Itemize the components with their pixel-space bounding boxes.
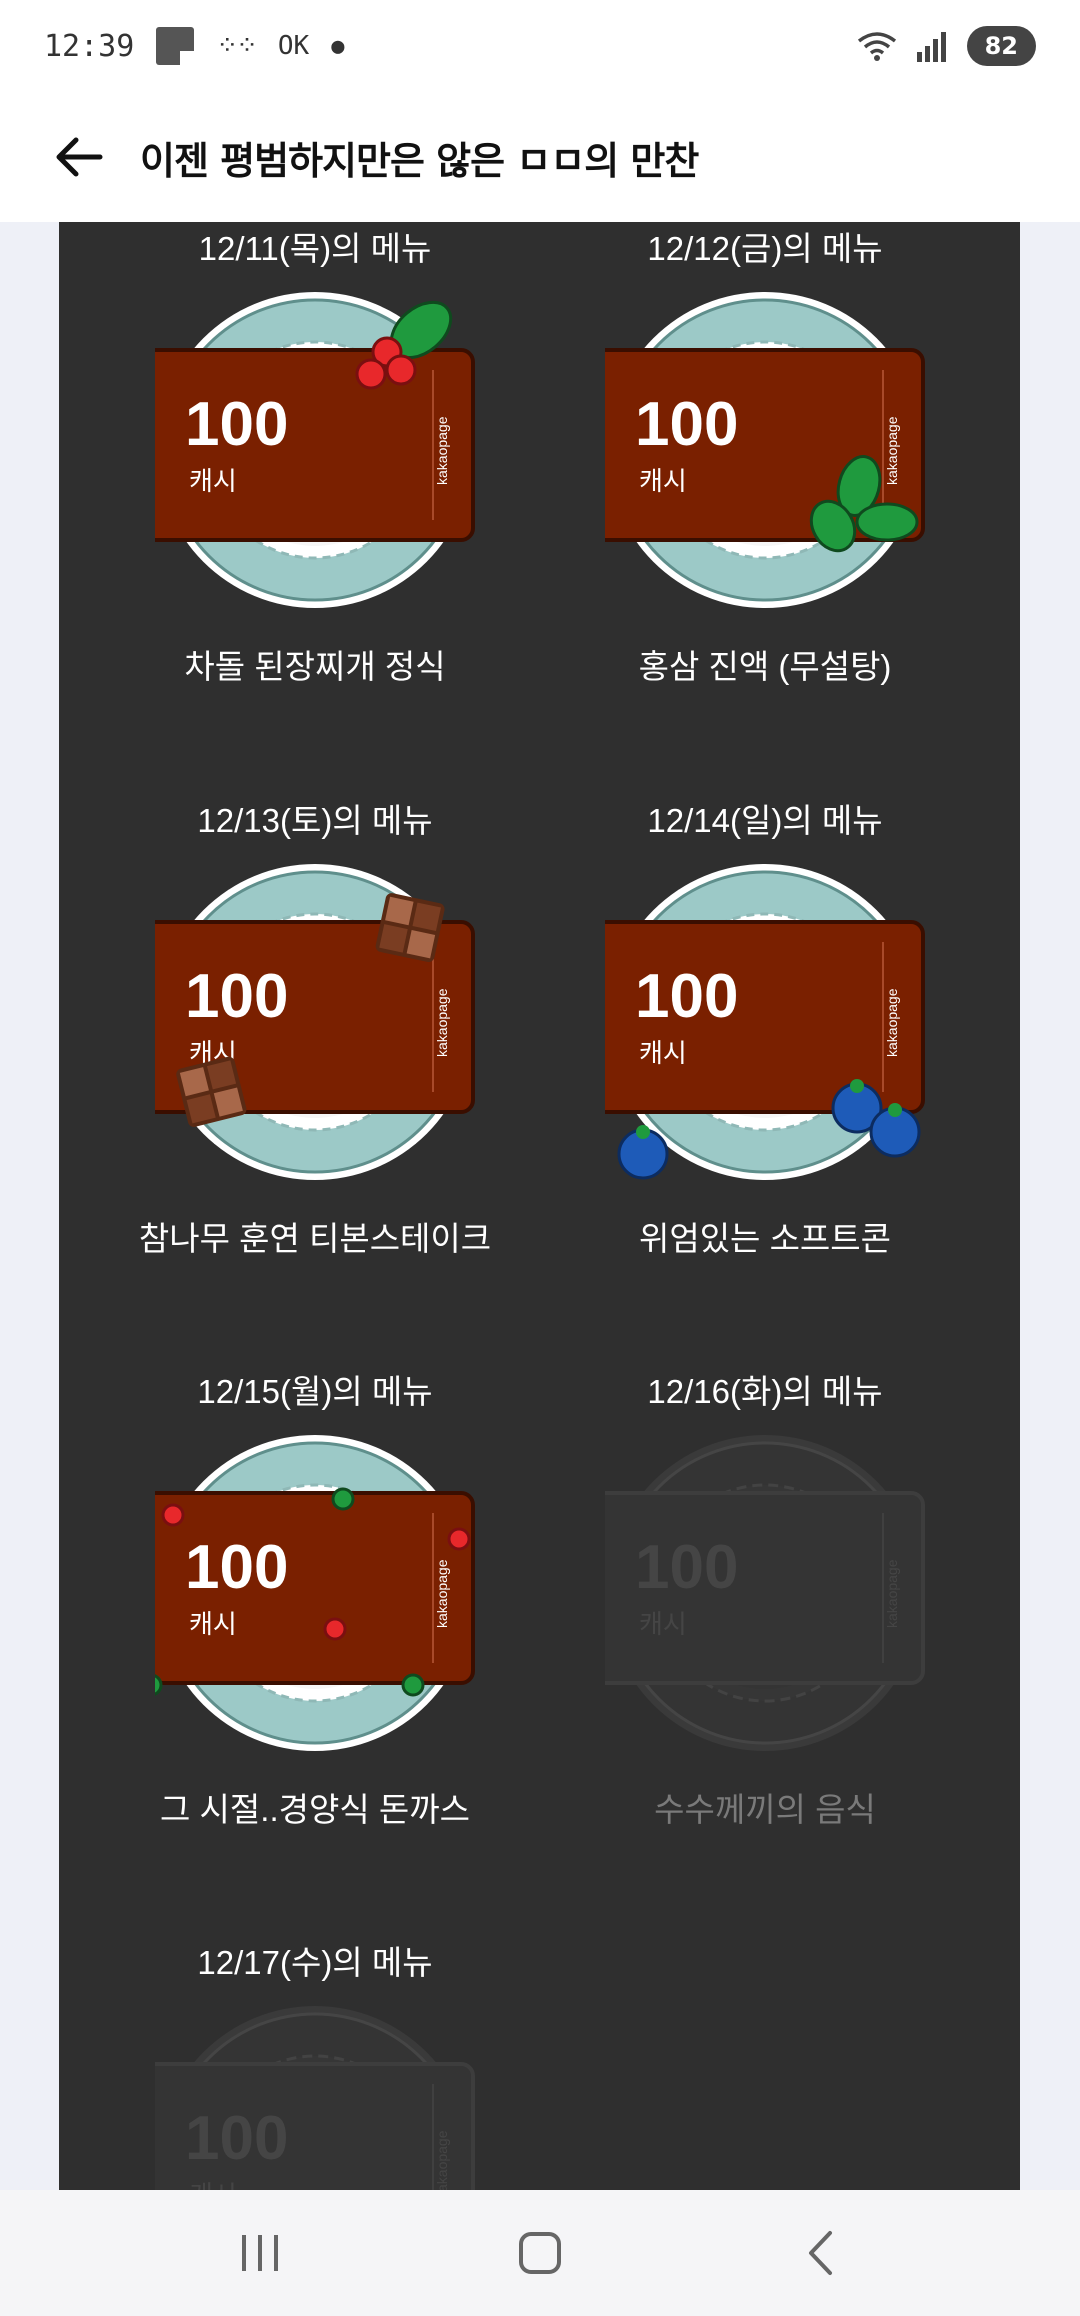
ticket-amount: 100 <box>635 962 738 1031</box>
ticket-amount: 100 <box>185 962 288 1031</box>
recents-button[interactable] <box>220 2213 300 2293</box>
ticket-amount: 100 <box>635 390 738 459</box>
notification-app-icon <box>156 27 195 65</box>
grid-dots-icon: ⁘⁘ <box>216 31 258 61</box>
home-button[interactable] <box>500 2213 580 2293</box>
dish-name: 수수께끼의 음식 <box>654 1791 876 1828</box>
dish-name: 그 시절..경양식 돈까스 <box>160 1791 470 1828</box>
ticket-brand: kakaopage <box>434 416 450 485</box>
menu-date-label: 12/16(화)의 메뉴 <box>647 1373 883 1410</box>
menu-date-label: 12/14(일)의 메뉴 <box>647 802 883 839</box>
dish-name: 홍삼 진액 (무설탕) <box>638 648 892 685</box>
dish-name: 참나무 훈연 티본스테이크 <box>138 1220 492 1257</box>
menu-date-label: 12/15(월)의 메뉴 <box>197 1373 433 1410</box>
menu-date-label: 12/13(토)의 메뉴 <box>197 802 433 839</box>
ticket-brand: kakaopage <box>434 1559 450 1628</box>
battery-indicator: 82 <box>966 26 1036 66</box>
status-left: 12:39 ⁘⁘ OK ● <box>44 27 344 65</box>
menu-date-label: 12/12(금)의 메뉴 <box>647 230 883 267</box>
status-right: 82 <box>857 26 1036 66</box>
dot-decoration <box>161 1503 185 1527</box>
back-button[interactable] <box>780 2213 860 2293</box>
ticket-unit: 캐시 <box>189 466 237 496</box>
cash-ticket-plate[interactable]: 100 캐시 kakaopage <box>605 862 925 1182</box>
berry-decoration <box>355 358 387 390</box>
cash-ticket-plate-locked[interactable]: 100 캐시 kakaopage <box>155 2004 475 2190</box>
dot-decoration <box>401 1673 425 1697</box>
ticket-brand: kakaopage <box>434 988 450 1057</box>
ticket-unit: 캐시 <box>639 1609 687 1639</box>
leaf-decoration <box>855 502 919 542</box>
dot-decoration <box>323 1617 347 1641</box>
cash-ticket-plate[interactable]: 100 캐시 kakaopage <box>155 862 475 1182</box>
status-dot-icon: ● <box>331 33 345 59</box>
cash-ticket-plate[interactable]: 100 캐시 kakaopage <box>155 1433 475 1753</box>
chevron-left-icon <box>809 2231 832 2275</box>
ticket-unit: 캐시 <box>189 2180 237 2190</box>
ticket-brand: kakaopage <box>434 2130 450 2190</box>
chocolate-decoration <box>375 893 445 963</box>
menu-date-label: 12/11(목)의 메뉴 <box>198 230 432 267</box>
ok-cashbag-icon: OK <box>277 31 310 61</box>
cash-ticket-plate-locked[interactable]: 100 캐시 kakaopage <box>605 1433 925 1753</box>
back-arrow-icon[interactable] <box>52 131 104 183</box>
menu-grid-panel[interactable]: 12/11(목)의 메뉴 100 캐시 kakaopage 차돌 된장찌개 정식… <box>59 222 1020 2190</box>
signal-icon <box>916 32 946 62</box>
ticket-unit: 캐시 <box>639 1038 687 1068</box>
ticket-amount: 100 <box>185 2104 288 2173</box>
recents-icon <box>242 2235 278 2271</box>
ticket-unit: 캐시 <box>189 1609 237 1639</box>
home-icon <box>519 2232 561 2274</box>
berry-decoration <box>385 354 417 386</box>
cash-ticket-plate[interactable]: 100 캐시 kakaopage <box>155 290 475 610</box>
dot-decoration <box>331 1487 355 1511</box>
cash-ticket-plate[interactable]: 100 캐시 kakaopage <box>605 290 925 610</box>
menu-date-label: 12/17(수)의 메뉴 <box>197 1944 433 1981</box>
status-time: 12:39 <box>44 28 135 64</box>
ticket-brand: kakaopage <box>884 416 900 485</box>
ticket-amount: 100 <box>185 1533 288 1602</box>
ticket-brand: kakaopage <box>884 988 900 1057</box>
page-title: 이젠 평범하지만은 않은 ㅁㅁ의 만찬 <box>140 138 699 183</box>
ticket-amount: 100 <box>635 1533 738 1602</box>
wifi-icon <box>857 32 896 61</box>
ticket-amount: 100 <box>185 390 288 459</box>
ticket-brand: kakaopage <box>884 1559 900 1628</box>
ticket-unit: 캐시 <box>639 466 687 496</box>
app-header: 이젠 평범하지만은 않은 ㅁㅁ의 만찬 <box>0 92 1080 222</box>
dish-name: 차돌 된장찌개 정식 <box>184 648 446 685</box>
system-nav-bar <box>0 2190 1080 2316</box>
status-bar: 12:39 ⁘⁘ OK ● 82 <box>0 0 1080 92</box>
dot-decoration <box>447 1527 471 1551</box>
dot-decoration <box>155 1674 163 1696</box>
dish-name: 위엄있는 소프트콘 <box>638 1220 892 1257</box>
